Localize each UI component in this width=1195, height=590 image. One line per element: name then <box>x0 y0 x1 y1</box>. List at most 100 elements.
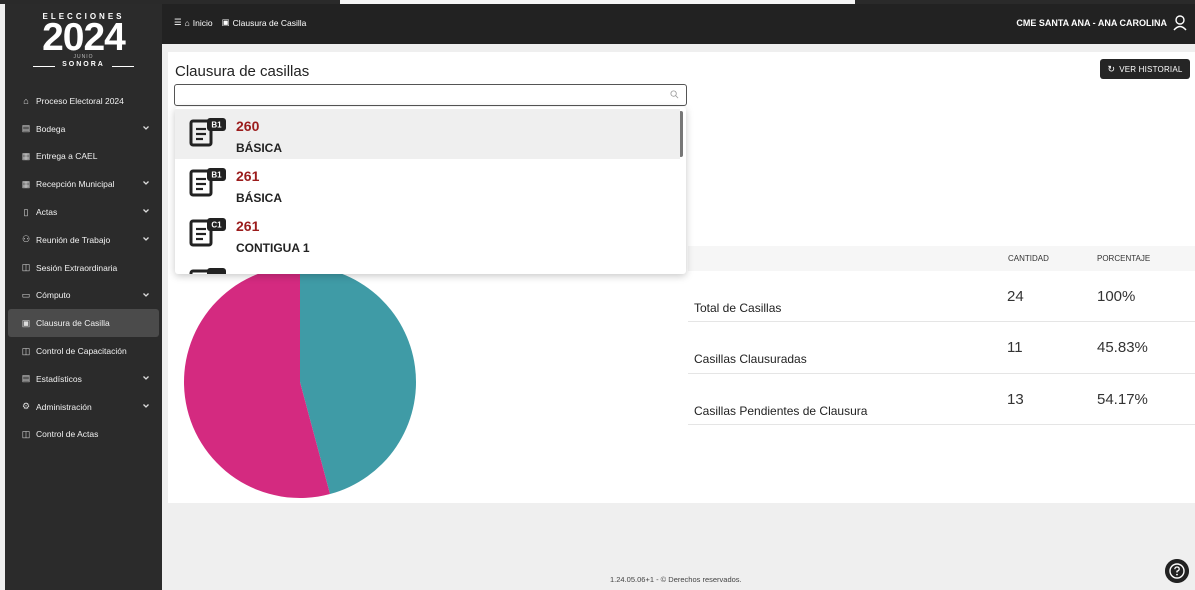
dropdown-option[interactable]: B1 260 BÁSICA <box>175 109 680 159</box>
sidebar-item-label: Control de Actas <box>36 429 99 440</box>
sidebar-item-label: Sesión Extraordinaria <box>36 262 118 273</box>
row-label: Casillas Clausuradas <box>694 352 807 367</box>
page-title: Clausura de casillas <box>175 63 310 80</box>
logo-year: 2024 <box>42 16 126 59</box>
gear-icon: ⚙ <box>21 401 31 412</box>
sidebar-item[interactable]: ◫ Control de Capacitación <box>5 337 162 365</box>
casilla-badge: C1 <box>211 221 222 230</box>
row-quantity: 13 <box>1007 390 1024 408</box>
casilla-type: CONTIGUA 1 <box>236 241 310 255</box>
help-icon[interactable] <box>1165 559 1189 583</box>
casilla-number: 261 <box>236 218 260 234</box>
breadcrumb-home[interactable]: Inicio <box>193 18 213 28</box>
table-header: CANTIDAD PORCENTAJE <box>688 246 1195 271</box>
sidebar-item[interactable]: ▦ Entrega a CAEL <box>5 143 162 171</box>
sidebar-item[interactable]: ▦ Recepción Municipal <box>5 170 162 198</box>
sidebar: ELECCIONES 2024 JUNIO SONORA ⌂ Proceso El… <box>5 4 162 590</box>
top-header: ☰ ⌂ Inicio ▣ Clausura de Casilla CME SAN… <box>162 4 1195 44</box>
casilla-dropdown: B1 260 BÁSICA B1 261 BÁSICA C1 261 CONTIGUA 1 <box>175 107 686 274</box>
ballot-box-icon: B1 <box>189 118 226 147</box>
sidebar-item-label: Administración <box>36 401 92 412</box>
file-icon: ▯ <box>23 206 29 217</box>
sidebar-item-label: Recepción Municipal <box>36 179 115 190</box>
sidebar-item-label: Cómputo <box>36 290 71 301</box>
menu-toggle-icon[interactable]: ☰ <box>174 17 182 28</box>
chevron-down-icon <box>143 376 149 380</box>
casilla-badge: B1 <box>211 171 222 180</box>
stats-table: CANTIDAD PORCENTAJE Total de Casillas 24 1… <box>688 246 1195 425</box>
calendar-icon: ▣ <box>21 317 31 328</box>
pie-chart <box>183 266 416 498</box>
casilla-number: 260 <box>236 118 260 134</box>
elections-logo: ELECCIONES 2024 JUNIO SONORA <box>5 4 162 84</box>
sidebar-item[interactable]: ▣ Clausura de Casilla <box>8 309 159 338</box>
sidebar-item-label: Clausura de Casilla <box>36 318 110 329</box>
calendar-icon: ▣ <box>221 17 230 27</box>
casilla-type: BÁSICA <box>236 141 283 155</box>
chevron-down-icon <box>143 403 149 408</box>
footer-text: 1.24.05.06+1 - © Derechos reservados. <box>610 575 742 584</box>
document-icon: ▦ <box>21 178 31 189</box>
sidebar-item[interactable]: ⚇ Reunión de Trabajo <box>5 226 162 254</box>
sidebar-menu: ⌂ Proceso Electoral 2024 ▤ Bodega ▦ Entrega a… <box>5 87 162 448</box>
logo-month: JUNIO <box>73 54 94 60</box>
table-body: Total de Casillas 24 100% Casillas Clausura… <box>688 271 1195 425</box>
table-row: Total de Casillas 24 100% <box>688 271 1195 323</box>
user-icon[interactable] <box>1173 15 1187 31</box>
sidebar-item[interactable]: ▤ Estadísticos <box>5 365 162 393</box>
home-icon: ⌂ <box>184 17 190 28</box>
sidebar-item[interactable]: ▯ Actas <box>5 198 162 226</box>
sidebar-item-label: Estadísticos <box>36 373 82 384</box>
sidebar-item-label: Control de Capacitación <box>36 346 127 357</box>
breadcrumb-current: Clausura de Casilla <box>232 17 307 28</box>
row-percentage: 45.83% <box>1097 339 1148 357</box>
dropdown-option[interactable]: C1 261 CONTIGUA 1 <box>175 209 680 259</box>
desk-icon: ◫ <box>21 428 31 439</box>
sidebar-item[interactable]: ◫ Sesión Extraordinaria <box>5 254 162 282</box>
search-input[interactable] <box>179 86 659 105</box>
logo-state-wrap: SONORA <box>33 61 134 71</box>
chart-icon: ▤ <box>21 373 31 384</box>
row-label: Total de Casillas <box>694 301 782 315</box>
ballot-box-icon: B1 <box>189 168 226 197</box>
sidebar-item-label: Entrega a CAEL <box>36 151 98 162</box>
search-icon <box>670 90 679 99</box>
sidebar-item[interactable]: ◫ Control de Actas <box>5 421 162 449</box>
sidebar-item-label: Bodega <box>36 123 66 134</box>
sidebar-item[interactable]: ⌂ Proceso Electoral 2024 <box>5 87 162 115</box>
sidebar-item[interactable]: ▤ Bodega <box>5 115 162 143</box>
chevron-down-icon <box>143 181 149 186</box>
logo-rule <box>112 66 134 67</box>
casilla-badge: B1 <box>211 121 222 130</box>
history-icon: ↻ <box>1107 63 1116 74</box>
sidebar-item-label: Reunión de Trabajo <box>36 234 111 245</box>
row-quantity: 11 <box>1007 339 1023 357</box>
history-button-label: VER HISTORIAL <box>1119 64 1183 74</box>
desk-icon: ◫ <box>21 262 31 273</box>
chevron-down-icon <box>143 292 149 297</box>
header-percentage: PORCENTAJE <box>1097 254 1151 263</box>
sidebar-item[interactable]: ▭ Cómputo <box>5 282 162 310</box>
row-percentage: 54.17% <box>1097 390 1148 408</box>
ballot-box-icon: C1 <box>189 218 226 247</box>
breadcrumb: ☰ ⌂ Inicio ▣ Clausura de Casilla <box>174 17 309 28</box>
team-icon: ⚇ <box>21 234 31 245</box>
chevron-down-icon <box>143 209 149 214</box>
desk-icon: ◫ <box>21 345 31 356</box>
header-quantity: CANTIDAD <box>1008 254 1049 263</box>
sidebar-item[interactable]: ⚙ Administración <box>5 393 162 421</box>
sidebar-item-label: Actas <box>36 207 58 218</box>
document-icon: ▦ <box>21 150 31 161</box>
chevron-down-icon <box>143 237 149 241</box>
ballot-box-icon <box>189 268 226 274</box>
dropdown-option[interactable]: B1 261 BÁSICA <box>175 159 680 209</box>
home-icon: ⌂ <box>23 95 29 106</box>
casilla-number: 261 <box>236 168 260 184</box>
dropdown-option-partial[interactable] <box>175 259 680 274</box>
sidebar-item-label: Proceso Electoral 2024 <box>36 95 124 106</box>
user-name[interactable]: CME SANTA ANA - ANA CAROLINA <box>1016 18 1167 28</box>
history-button[interactable]: ↻ VER HISTORIAL <box>1100 59 1190 79</box>
warehouse-icon: ▤ <box>21 123 31 134</box>
casilla-type: BÁSICA <box>236 191 283 205</box>
search-box[interactable] <box>174 84 687 106</box>
